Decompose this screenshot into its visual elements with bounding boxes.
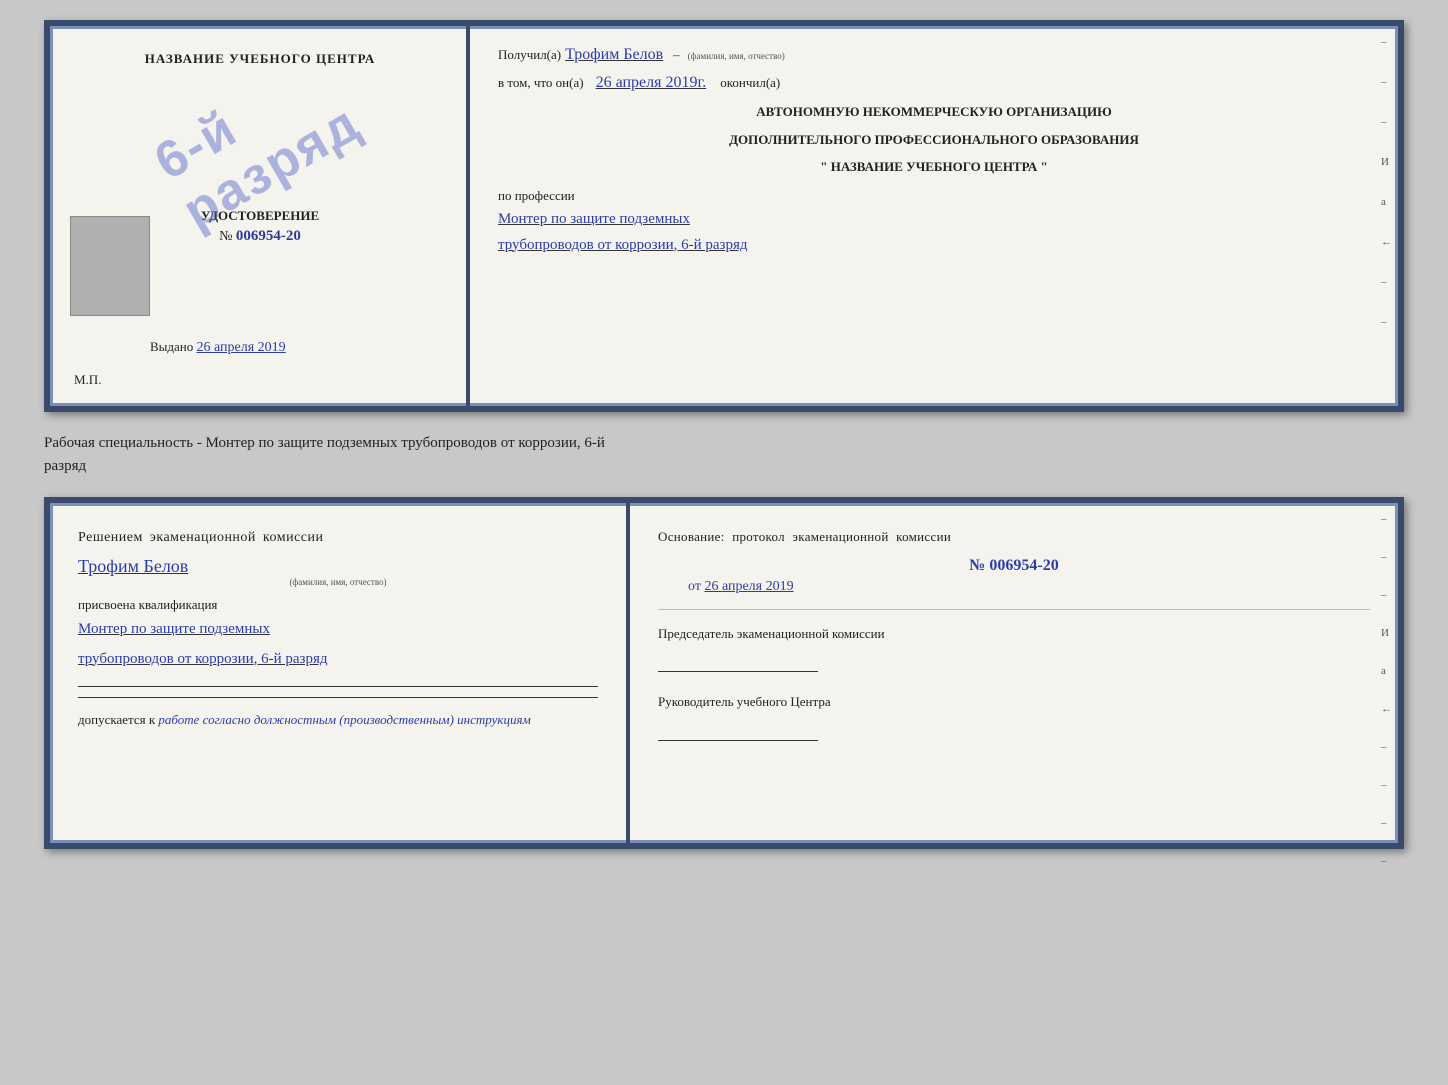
bottom-right-date: от 26 апреля 2019 (658, 579, 1370, 595)
cert-right-panel: Получил(а) Трофим Белов – (фамилия, имя,… (470, 26, 1398, 406)
bottom-right-heading: Основание: протокол экаменационной комис… (658, 527, 1370, 547)
qual-line1: Монтер по защите подземных (78, 617, 598, 643)
completed-label: окончил(а) (720, 75, 780, 91)
bottom-right-number: № 006954-20 (658, 557, 1370, 575)
cert-left-panel: НАЗВАНИЕ УЧЕБНОГО ЦЕНТРА 6-й разряд УДОС… (50, 26, 470, 406)
qual-line2: трубопроводов от коррозии, 6-й разряд (78, 647, 598, 673)
received-row: Получил(а) Трофим Белов – (фамилия, имя,… (498, 46, 1370, 64)
hr-divider (658, 609, 1370, 610)
profession-section: по профессии Монтер по защите подземных … (498, 187, 1370, 257)
certificate-top: НАЗВАНИЕ УЧЕБНОГО ЦЕНТРА 6-й разряд УДОС… (44, 20, 1404, 412)
profession-label: по профессии (498, 188, 575, 203)
certificate-bottom: Решением экаменационной комиссии Трофим … (44, 497, 1404, 849)
middle-line2: разряд (44, 458, 86, 474)
profession-line2: трубопроводов от коррозии, 6-й разряд (498, 233, 1370, 257)
chair-sig-line (658, 671, 818, 672)
org-line3: " НАЗВАНИЕ УЧЕБНОГО ЦЕНТРА " (498, 157, 1370, 177)
cert-doc-type: УДОСТОВЕРЕНИЕ (201, 208, 319, 224)
admit-label: допускается к (78, 712, 155, 727)
qualification-label: присвоена квалификация (78, 597, 598, 613)
bottom-name: Трофим Белов (78, 556, 598, 577)
completed-date: 26 апреля 2019г. (596, 74, 707, 92)
underline2 (78, 697, 598, 698)
in-that-label: в том, что он(а) (498, 75, 584, 91)
dash-symbol: – (673, 47, 680, 63)
fio-hint-top: (фамилия, имя, отчество) (688, 51, 785, 61)
bottom-heading: Решением экаменационной комиссии (78, 527, 598, 548)
side-dashes-bottom: – – – И а ← – – – – (1381, 513, 1392, 867)
bottom-fio-hint: (фамилия, имя, отчество) (78, 577, 598, 587)
cert-number-val: 006954-20 (236, 228, 301, 244)
admit-section: допускается к работе согласно должностны… (78, 712, 598, 728)
profession-line1: Монтер по защите подземных (498, 207, 1370, 231)
bottom-right-panel: Основание: протокол экаменационной комис… (630, 503, 1398, 843)
school-name-top: НАЗВАНИЕ УЧЕБНОГО ЦЕНТРА (145, 50, 376, 68)
cert-mp: М.П. (74, 372, 101, 388)
cert-issued: Выдано 26 апреля 2019 (150, 339, 286, 356)
middle-text: Рабочая специальность - Монтер по защите… (44, 428, 1404, 481)
photo-placeholder (70, 216, 150, 316)
org-section: АВТОНОМНУЮ НЕКОММЕРЧЕСКУЮ ОРГАНИЗАЦИЮ ДО… (498, 102, 1370, 177)
head-sig-line (658, 740, 818, 741)
org-line2: ДОПОЛНИТЕЛЬНОГО ПРОФЕССИОНАЛЬНОГО ОБРАЗО… (498, 130, 1370, 150)
bottom-left-panel: Решением экаменационной комиссии Трофим … (50, 503, 630, 843)
side-dashes-top: – – – И а ← – – (1381, 36, 1392, 328)
org-line1: АВТОНОМНУЮ НЕКОММЕРЧЕСКУЮ ОРГАНИЗАЦИЮ (498, 102, 1370, 122)
head-label: Руководитель учебного Центра (658, 692, 1370, 712)
admit-value: работе согласно должностным (производств… (158, 712, 530, 727)
underline1 (78, 686, 598, 687)
received-name: Трофим Белов (565, 46, 663, 64)
middle-line1: Рабочая специальность - Монтер по защите… (44, 435, 605, 451)
chair-label: Председатель экаменационной комиссии (658, 624, 1370, 644)
cert-number: № 006954-20 (219, 228, 301, 245)
in-that-row: в том, что он(а) 26 апреля 2019г. окончи… (498, 74, 1370, 92)
received-label: Получил(а) (498, 47, 561, 63)
